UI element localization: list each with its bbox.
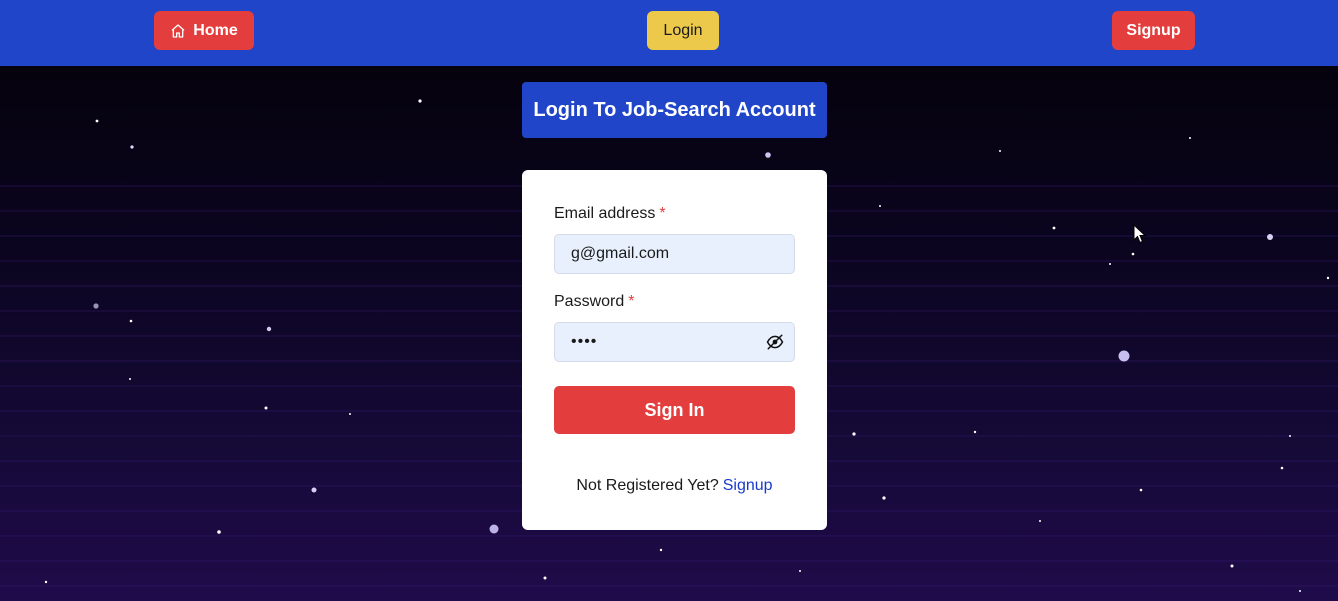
password-label-text: Password bbox=[554, 293, 625, 310]
email-label: Email address * bbox=[554, 205, 666, 223]
sign-in-button[interactable]: Sign In bbox=[554, 386, 795, 434]
login-nav-label: Login bbox=[663, 21, 703, 39]
email-field[interactable] bbox=[554, 234, 795, 274]
required-marker: * bbox=[659, 205, 666, 222]
home-icon bbox=[171, 23, 185, 38]
register-prompt-text: Not Registered Yet? bbox=[576, 477, 719, 494]
password-label: Password * bbox=[554, 293, 634, 311]
password-field[interactable] bbox=[554, 322, 795, 362]
signup-link[interactable]: Signup bbox=[723, 477, 773, 494]
mouse-cursor-icon bbox=[1133, 224, 1147, 244]
login-nav-button[interactable]: Login bbox=[647, 11, 719, 50]
top-navbar: Home Login Signup bbox=[0, 0, 1338, 66]
signup-nav-button[interactable]: Signup bbox=[1112, 11, 1195, 50]
eye-off-icon[interactable] bbox=[766, 333, 784, 351]
required-marker: * bbox=[628, 293, 635, 310]
email-label-text: Email address bbox=[554, 205, 656, 222]
signup-nav-label: Signup bbox=[1126, 21, 1181, 39]
home-button-label: Home bbox=[193, 21, 238, 39]
home-button[interactable]: Home bbox=[154, 11, 254, 50]
page-title: Login To Job-Search Account bbox=[522, 82, 827, 138]
register-prompt: Not Registered Yet? Signup bbox=[522, 477, 827, 495]
login-card: Email address* Password* Sign In Not Reg… bbox=[522, 170, 827, 530]
